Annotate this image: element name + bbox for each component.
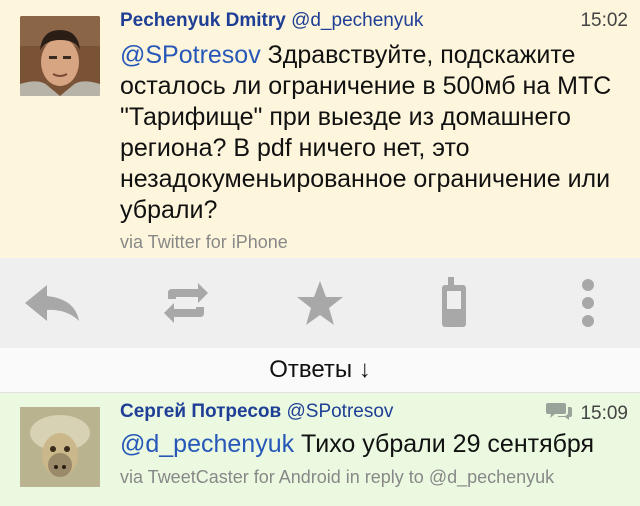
phone-button[interactable] [422, 276, 486, 330]
more-button[interactable] [556, 276, 620, 330]
reply-author-handle[interactable]: @SPotresov [286, 401, 393, 422]
phone-icon [439, 277, 469, 329]
star-icon [294, 278, 346, 328]
retweet-button[interactable] [154, 276, 218, 330]
action-bar [0, 258, 640, 348]
reply-button[interactable] [20, 276, 84, 330]
reply-text: @d_pechenyuk Тихо убрали 29 сентября [120, 429, 594, 460]
mention-link[interactable]: @SPotresov [120, 41, 261, 69]
tweet-main[interactable]: Pechenyuk Dmitry @d_pechenyuk 15:02 @SPo… [0, 0, 640, 258]
conversation-icon [546, 401, 573, 427]
replies-header[interactable]: Ответы ↓ [0, 348, 640, 392]
reply-time-group: 15:09 [546, 401, 628, 427]
reply-icon [21, 281, 83, 325]
reply-author-name[interactable]: Сергей Потресов [120, 401, 281, 422]
author-avatar[interactable] [20, 16, 100, 96]
tweet-time: 15:02 [580, 10, 628, 31]
tweet-text: @SPotresov Здравствуйте, подскажите оста… [120, 40, 620, 226]
reply-time: 15:09 [580, 403, 628, 424]
reply-author-line: Сергей Потресов @SPotresov [120, 401, 393, 423]
author-handle[interactable]: @d_pechenyuk [291, 10, 423, 31]
reply-source: via TweetCaster for Android in reply to … [120, 467, 555, 487]
favorite-button[interactable] [288, 276, 352, 330]
retweet-icon [158, 279, 214, 327]
author-name[interactable]: Pechenyuk Dmitry [120, 10, 286, 31]
reply-body: Тихо убрали 29 сентября [294, 430, 595, 458]
reply-author-avatar[interactable] [20, 407, 100, 487]
more-vertical-icon [580, 277, 596, 329]
tweet-source: via Twitter for iPhone [120, 232, 288, 252]
author-line: Pechenyuk Dmitry @d_pechenyuk [120, 10, 423, 32]
reply-mention-link[interactable]: @d_pechenyuk [120, 430, 294, 458]
reply-tweet[interactable]: Сергей Потресов @SPotresov 15:09 @d_pech… [0, 392, 640, 506]
